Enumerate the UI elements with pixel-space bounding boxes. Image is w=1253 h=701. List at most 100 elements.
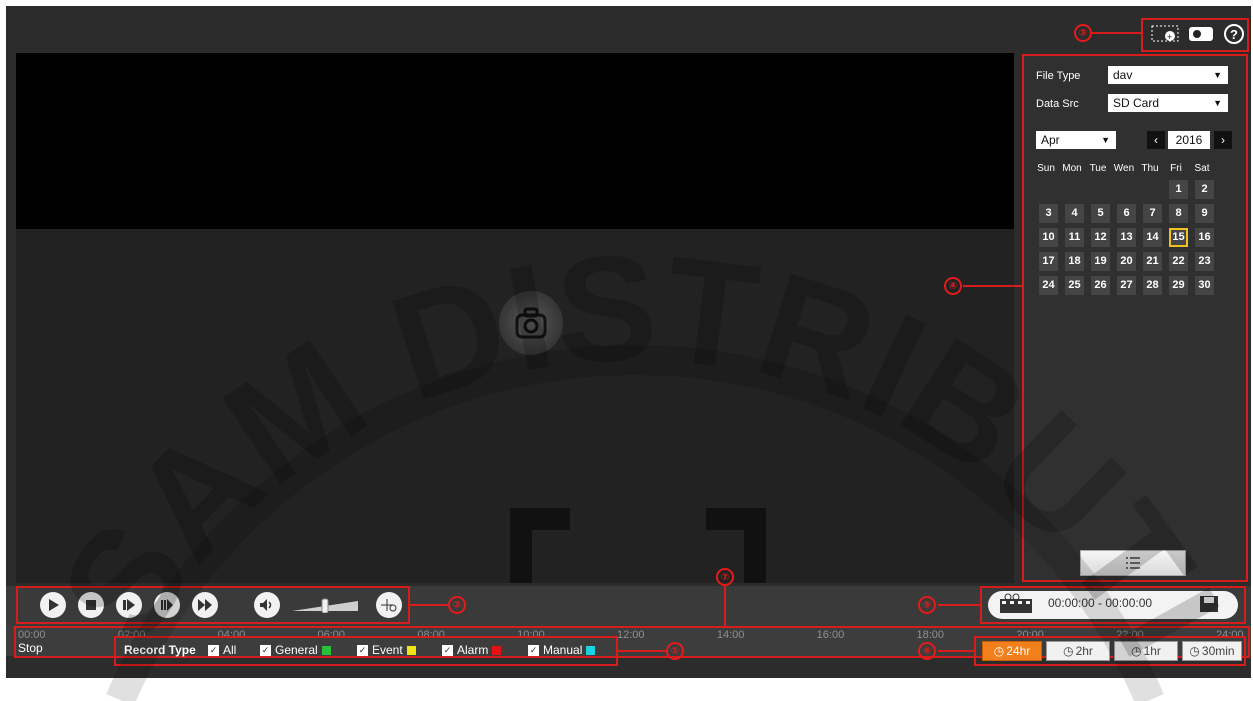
checkbox-icon[interactable]: ✓: [528, 644, 539, 656]
svg-text:+: +: [1167, 32, 1172, 42]
calendar-day[interactable]: 9: [1195, 204, 1214, 223]
callout-3: ③: [1074, 24, 1092, 42]
dropdown-arrow-icon: ▼: [1213, 98, 1222, 108]
calendar-day[interactable]: 30: [1195, 276, 1214, 295]
calendar-day[interactable]: 24: [1039, 276, 1058, 295]
volume-icon[interactable]: [254, 592, 280, 618]
month-select[interactable]: Apr ▼: [1036, 131, 1116, 149]
next-year-button[interactable]: ›: [1214, 131, 1232, 149]
file-type-label: File Type: [1036, 70, 1081, 82]
calendar-day[interactable]: 16: [1195, 228, 1214, 247]
calendar-day[interactable]: 4: [1065, 204, 1084, 223]
checkbox-icon[interactable]: ✓: [208, 644, 219, 656]
record-type-general[interactable]: ✓ General: [260, 643, 331, 657]
weekday-mon: Mon: [1062, 163, 1082, 174]
record-type-alarm[interactable]: ✓ Alarm: [442, 643, 502, 657]
weekday-fri: Fri: [1170, 163, 1182, 174]
calendar-day[interactable]: 6: [1117, 204, 1136, 223]
clip-icon[interactable]: [998, 593, 1034, 617]
calendar-day[interactable]: 3: [1039, 204, 1058, 223]
save-icon[interactable]: [1198, 594, 1222, 616]
record-type-label-text: Alarm: [457, 643, 489, 657]
play-icon[interactable]: [40, 592, 66, 618]
calendar-day[interactable]: 22: [1169, 252, 1188, 271]
calendar-day[interactable]: 27: [1117, 276, 1136, 295]
slow-icon[interactable]: [154, 592, 180, 618]
calendar-day[interactable]: 8: [1169, 204, 1188, 223]
fisheye-icon[interactable]: [376, 592, 402, 618]
volume-slider[interactable]: [292, 597, 358, 614]
calendar-day[interactable]: 19: [1091, 252, 1110, 271]
callout-7: ⑦: [716, 568, 734, 586]
record-type-event[interactable]: ✓ Event: [357, 643, 416, 657]
record-type-all[interactable]: ✓ All: [208, 643, 236, 657]
record-type-label: Record Type: [124, 643, 196, 657]
calendar-day[interactable]: 2: [1195, 180, 1214, 199]
svg-text:?: ?: [1230, 27, 1238, 42]
dropdown-arrow-icon: ▼: [1213, 70, 1222, 80]
prev-year-button[interactable]: ‹: [1147, 131, 1165, 149]
time-scale-label: 30min: [1201, 644, 1235, 658]
data-src-label: Data Src: [1036, 98, 1079, 110]
weekday-sun: Sun: [1037, 163, 1055, 174]
clock-icon: ◷: [1189, 644, 1200, 658]
record-icon[interactable]: [1187, 25, 1215, 43]
calendar-day[interactable]: 29: [1169, 276, 1188, 295]
stop-icon[interactable]: [78, 592, 104, 618]
calendar-day[interactable]: 12: [1091, 228, 1110, 247]
timeline-tick: 00:00: [18, 629, 46, 641]
calendar-day[interactable]: 25: [1065, 276, 1084, 295]
file-type-select[interactable]: dav ▼: [1108, 66, 1228, 84]
calendar-day[interactable]: 5: [1091, 204, 1110, 223]
weekday-thu: Thu: [1141, 163, 1159, 174]
step-back-icon[interactable]: [116, 592, 142, 618]
clock-icon: ◷: [1131, 644, 1142, 658]
clip-time-range: 00:00:00 - 00:00:00: [1048, 596, 1153, 610]
checkbox-icon[interactable]: ✓: [260, 644, 271, 656]
checkbox-icon[interactable]: ✓: [442, 644, 453, 656]
data-src-select[interactable]: SD Card ▼: [1108, 94, 1228, 112]
timeline-tick: 18:00: [916, 629, 945, 641]
callout-line: [410, 604, 448, 606]
time-scale-30min[interactable]: ◷ 30min: [1182, 641, 1242, 661]
camera-icon: [499, 291, 563, 355]
calendar-day[interactable]: 23: [1195, 252, 1214, 271]
calendar-day[interactable]: 21: [1143, 252, 1162, 271]
callout-line: [1092, 32, 1142, 34]
calendar-day[interactable]: 13: [1117, 228, 1136, 247]
calendar-day[interactable]: 7: [1143, 204, 1162, 223]
help-icon[interactable]: ?: [1222, 22, 1246, 46]
calendar-day[interactable]: 18: [1065, 252, 1084, 271]
time-scale-label: 1hr: [1143, 644, 1161, 658]
calendar-day[interactable]: 17: [1039, 252, 1058, 271]
zoom-icon[interactable]: +: [1150, 23, 1182, 45]
calendar-day[interactable]: 1: [1169, 180, 1188, 199]
record-type-label-text: General: [275, 643, 318, 657]
file-list-button[interactable]: [1080, 550, 1186, 576]
fast-icon[interactable]: [192, 592, 218, 618]
calendar-day[interactable]: 28: [1143, 276, 1162, 295]
list-icon: [1126, 557, 1140, 569]
checkbox-icon[interactable]: ✓: [357, 644, 368, 656]
color-swatch: [586, 645, 596, 655]
year-value: 2016: [1168, 131, 1210, 149]
calendar-day[interactable]: 15: [1169, 228, 1188, 247]
weekday-sat: Sat: [1194, 163, 1210, 174]
video-area[interactable]: [16, 53, 1014, 583]
color-swatch: [321, 645, 331, 655]
calendar-day[interactable]: 14: [1143, 228, 1162, 247]
calendar-day[interactable]: 20: [1117, 252, 1136, 271]
callout-line: [938, 604, 980, 606]
calendar-day[interactable]: 10: [1039, 228, 1058, 247]
calendar-day[interactable]: 26: [1091, 276, 1110, 295]
timeline-cursor: [724, 586, 726, 626]
clock-icon: ◷: [993, 644, 1005, 658]
record-type-manual[interactable]: ✓ Manual: [528, 643, 596, 657]
clock-icon: ◷: [1063, 644, 1074, 658]
time-scale-2hr[interactable]: ◷ 2hr: [1046, 641, 1110, 661]
time-scale-label: 2hr: [1075, 644, 1093, 658]
time-scale-1hr[interactable]: ◷ 1hr: [1114, 641, 1178, 661]
data-src-value: SD Card: [1113, 96, 1160, 110]
calendar-day[interactable]: 11: [1065, 228, 1084, 247]
time-scale-24hr[interactable]: ◷ 24hr: [982, 641, 1042, 661]
